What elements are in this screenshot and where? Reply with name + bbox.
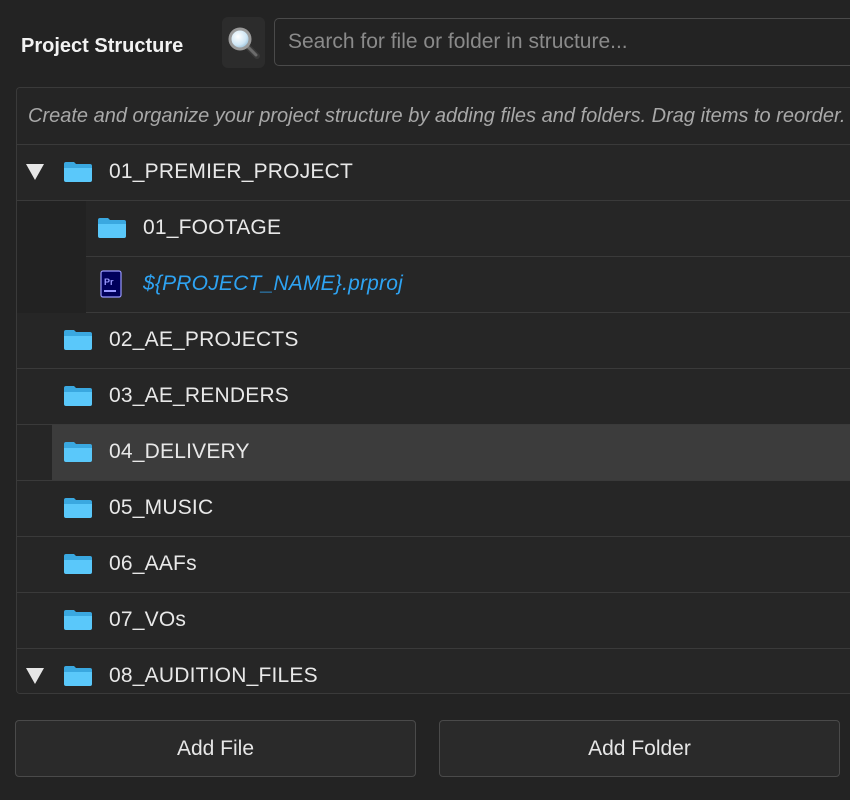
tree-list: 01_PREMIER_PROJECT 01_FOOTAGE Pr ${PROJECT_… <box>17 145 850 693</box>
folder-label: 02_AE_PROJECTS <box>109 328 299 351</box>
folder-icon <box>64 666 92 686</box>
indent-gutter <box>17 201 86 257</box>
tree-row[interactable]: 01_FOOTAGE <box>17 201 850 257</box>
folder-label: 01_PREMIER_PROJECT <box>109 160 354 183</box>
tree-row[interactable]: 01_PREMIER_PROJECT <box>17 145 850 201</box>
folder-icon <box>98 218 126 238</box>
folder-icon <box>64 498 92 518</box>
instructions-text: Create and organize your project structu… <box>28 105 846 127</box>
folder-label: 07_VOs <box>109 608 187 631</box>
folder-icon <box>64 442 92 462</box>
premiere-pro-file-icon: Pr <box>100 270 122 298</box>
folder-label: 05_MUSIC <box>109 496 214 519</box>
add-file-button[interactable]: Add File <box>15 720 416 777</box>
magnifying-glass-icon <box>228 27 260 59</box>
folder-icon <box>64 610 92 630</box>
project-structure-panel: Project Structure Create and organize yo… <box>0 0 850 800</box>
folder-icon <box>64 554 92 574</box>
tree-row[interactable]: 06_AAFs <box>17 537 850 593</box>
header: Project Structure <box>0 0 850 86</box>
folder-icon <box>64 162 92 182</box>
structure-tree-panel: Create and organize your project structu… <box>16 87 850 694</box>
tree-row[interactable]: 02_AE_PROJECTS <box>17 313 850 369</box>
indent-gutter <box>17 257 86 313</box>
tree-row[interactable]: Pr ${PROJECT_NAME}.prproj <box>17 257 850 313</box>
add-folder-button[interactable]: Add Folder <box>439 720 840 777</box>
folder-label: 01_FOOTAGE <box>143 216 282 239</box>
folder-icon <box>64 330 92 350</box>
search-input[interactable] <box>274 18 850 66</box>
tree-row[interactable]: 03_AE_RENDERS <box>17 369 850 425</box>
tree-row[interactable]: 05_MUSIC <box>17 481 850 537</box>
svg-text:Pr: Pr <box>104 277 114 287</box>
page-title: Project Structure <box>21 35 184 57</box>
expand-triangle-icon[interactable] <box>24 666 46 686</box>
folder-label: 03_AE_RENDERS <box>109 384 290 407</box>
tree-row[interactable]: 08_AUDITION_FILES <box>17 649 850 693</box>
tree-row[interactable]: 07_VOs <box>17 593 850 649</box>
instructions-bar: Create and organize your project structu… <box>17 88 850 145</box>
expand-triangle-icon[interactable] <box>24 162 46 182</box>
search-button[interactable] <box>222 17 265 68</box>
folder-label: 08_AUDITION_FILES <box>109 664 318 687</box>
tree-row[interactable]: 04_DELIVERY <box>17 425 850 481</box>
folder-label: 06_AAFs <box>109 552 197 575</box>
folder-icon <box>64 386 92 406</box>
folder-label: 04_DELIVERY <box>109 440 250 463</box>
file-label: ${PROJECT_NAME}.prproj <box>143 272 403 295</box>
